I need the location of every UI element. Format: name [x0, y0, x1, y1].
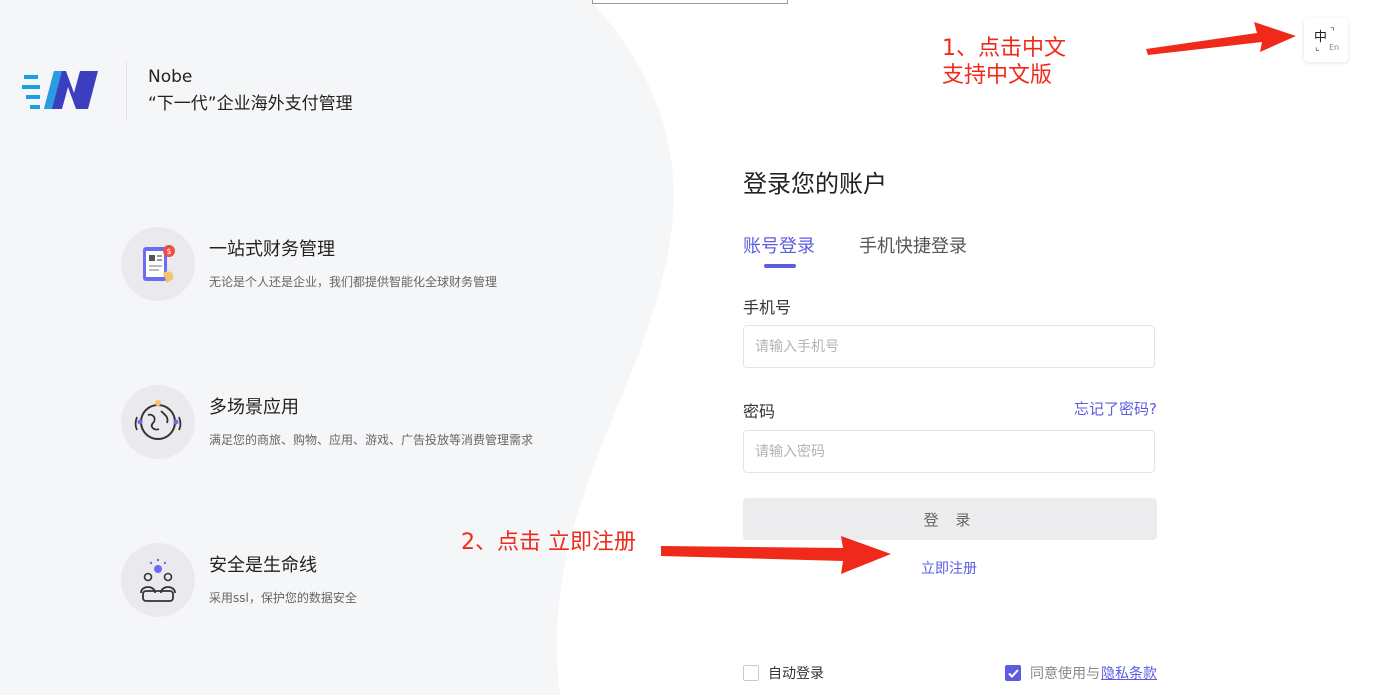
feature-desc: 无论是个人还是企业，我们都提供智能化全球财务管理: [209, 275, 498, 289]
agree-terms-option[interactable]: 同意使用与 隐私条款: [1005, 663, 1157, 683]
phone-label: 手机号: [743, 298, 792, 317]
lang-en-label: En: [1329, 43, 1340, 52]
phone-input[interactable]: [743, 325, 1155, 368]
language-toggle-button[interactable]: 中 ⌝ ⌞ En: [1304, 18, 1348, 62]
feature-item: 多场景应用 满足您的商旅、购物、应用、游戏、广告投放等消费管理需求: [121, 385, 539, 459]
brand-header: Nobe “下一代”企业海外支付管理: [22, 62, 353, 120]
annotation-arrow-icon: [661, 536, 891, 574]
auto-login-option[interactable]: 自动登录: [743, 663, 824, 683]
annotation-step2: 2、点击 立即注册: [461, 530, 636, 555]
top-bar-stub: [592, 0, 788, 4]
brand-name: Nobe: [148, 67, 193, 87]
agree-label: 同意使用与: [1030, 666, 1100, 682]
auto-login-checkbox[interactable]: [743, 665, 759, 681]
globe-scenes-icon: [121, 385, 195, 459]
annotation-step1: 1、点击中文 支持中文版: [942, 35, 1066, 89]
password-label: 密码: [743, 402, 776, 421]
feature-title: 一站式财务管理: [209, 239, 335, 260]
agree-checkbox[interactable]: [1005, 665, 1021, 681]
brand-divider: [126, 62, 127, 120]
feature-title: 多场景应用: [209, 397, 299, 418]
feature-desc: 采用ssl，保护您的数据安全: [209, 591, 357, 605]
privacy-policy-link[interactable]: 隐私条款: [1101, 663, 1157, 683]
finance-phone-icon: $: [121, 227, 195, 301]
check-icon: [1007, 668, 1019, 678]
feature-title: 安全是生命线: [209, 555, 317, 576]
annotation-arrow-icon: [1146, 22, 1296, 55]
tab-phone-login[interactable]: 手机快捷登录: [859, 232, 967, 258]
nobe-logo-icon: [22, 71, 98, 109]
tab-active-indicator: [764, 264, 796, 268]
auto-login-label: 自动登录: [768, 666, 824, 682]
annotation-step1-line2: 支持中文版: [942, 63, 1053, 88]
swap-arrow-icon: ⌝: [1330, 27, 1335, 38]
annotation-step1-line1: 1、点击中文: [942, 36, 1066, 61]
register-link[interactable]: 立即注册: [921, 558, 977, 578]
feature-desc: 满足您的商旅、购物、应用、游戏、广告投放等消费管理需求: [209, 433, 534, 447]
swap-arrow-icon: ⌞: [1315, 42, 1320, 53]
forgot-password-link[interactable]: 忘记了密码?: [1074, 398, 1157, 419]
security-people-icon: [121, 543, 195, 617]
password-input[interactable]: [743, 430, 1155, 473]
brand-slogan: “下一代”企业海外支付管理: [148, 94, 353, 114]
tab-account-login[interactable]: 账号登录: [743, 232, 815, 258]
feature-item: $ 一站式财务管理 无论是个人还是企业，我们都提供智能化全球财务管理: [121, 227, 539, 301]
svg-text:$: $: [167, 247, 172, 256]
login-title: 登录您的账户: [743, 170, 887, 198]
